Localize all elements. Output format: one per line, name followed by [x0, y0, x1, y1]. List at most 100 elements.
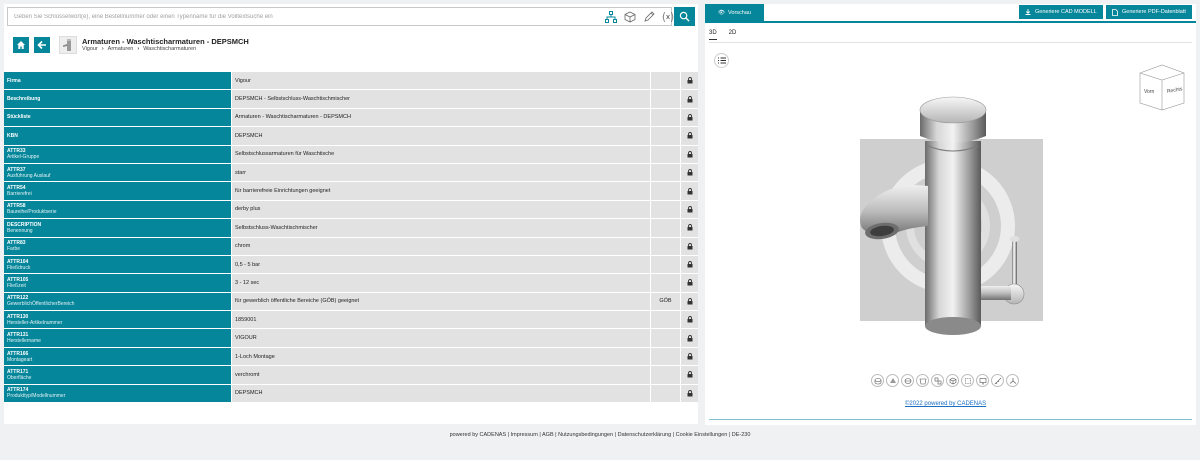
table-row: ATTR37 Ausführung Auslauf starr [4, 163, 698, 182]
attribute-extra [650, 219, 680, 237]
attribute-value: 0,5 - 5 bar [231, 255, 650, 274]
attribute-key-cell: ATTR130 Hersteller-Artikelnummer [4, 311, 231, 329]
attribute-key-cell: ATTR104 Fließdruck [4, 255, 231, 274]
attribute-key-cell: KBN [4, 127, 231, 145]
attribute-extra [650, 127, 680, 145]
attribute-extra [650, 347, 680, 366]
search-tools [604, 10, 674, 23]
chevron-right-icon: › [137, 46, 140, 52]
product-thumbnail [59, 36, 77, 54]
attribute-description: Fließdruck [7, 264, 31, 271]
lock-icon [680, 127, 698, 145]
cube-icon[interactable] [623, 10, 636, 23]
table-row: ATTR174 Produkttyp/Modellnummer DEPSMCH [4, 384, 698, 403]
measure-icon[interactable] [991, 374, 1004, 387]
lock-icon [680, 219, 698, 237]
render-toolbar [871, 374, 1019, 387]
table-row: DESCRIPTION Benennung Selbstschluss-Wascht… [4, 219, 698, 237]
breadcrumb-item[interactable]: Waschtischarmaturen [143, 46, 196, 52]
shading-icon[interactable] [886, 374, 899, 387]
search-input[interactable] [7, 7, 672, 26]
attribute-extra [650, 311, 680, 329]
lock-icon [680, 292, 698, 311]
search-bar [7, 7, 695, 26]
viewcube[interactable]: Vorn Rechts [1136, 63, 1188, 111]
attribute-value: VIGOUR [231, 329, 650, 347]
view-tabs: 3D 2D [709, 30, 736, 40]
chevron-right-icon: › [101, 46, 104, 52]
table-row: ATTR33 Artikel-Gruppe Selbstschlussarmatur… [4, 145, 698, 163]
attribute-value: 3 - 12 sec [231, 274, 650, 292]
document-icon [1112, 8, 1118, 16]
home-button[interactable] [13, 37, 29, 53]
faucet-3d-model[interactable] [850, 86, 1050, 348]
table-row: ATTR83 Farbe chrom [4, 237, 698, 255]
screen-icon[interactable] [976, 374, 989, 387]
attribute-value: Vigour [231, 72, 650, 90]
lock-icon [680, 384, 698, 403]
lock-icon [680, 329, 698, 347]
table-row: Beschreibung DEPSMCH - Selbstschluss-Wasc… [4, 90, 698, 108]
attribute-value: Selbstschluss-Waschtischmischer [231, 219, 650, 237]
attribute-key-cell: ATTR33 Artikel-Gruppe [4, 145, 231, 163]
back-button[interactable] [34, 37, 50, 53]
attribute-value: für gewerblich öffentliche Bereiche (GÖB… [231, 292, 650, 311]
attribute-description: Artikel-Gruppe [7, 154, 40, 161]
hidden-lines-icon[interactable] [961, 374, 974, 387]
table-row: ATTR54 Barrierefrei für barrierefreie Einr… [4, 182, 698, 200]
divider [709, 42, 1192, 43]
preview-panel: 👁 Vorschau Generiere CAD MODELL Generier… [705, 4, 1196, 425]
attribute-value: verchromt [231, 366, 650, 384]
viewcube-front-label: Vorn [1144, 89, 1155, 95]
lock-icon [680, 182, 698, 200]
tab-preview[interactable]: 👁 Vorschau [705, 4, 764, 21]
attribute-extra [650, 163, 680, 182]
attribute-key-cell: ATTR54 Barrierefrei [4, 182, 231, 200]
hierarchy-icon[interactable] [604, 10, 617, 23]
search-icon [679, 11, 690, 22]
attribute-key-cell: ATTR83 Farbe [4, 237, 231, 255]
lock-icon [680, 72, 698, 90]
table-row: ATTR58 Baureihe/Produktserie derby plus [4, 200, 698, 219]
attribute-value: 1-Loch Montage [231, 347, 650, 366]
attribute-description: Oberfläche [7, 374, 32, 381]
attribute-description: Produkttyp/Modellnummer [7, 393, 66, 400]
attribute-value: DEPSMCH [231, 127, 650, 145]
attribute-key-cell: ATTR58 Baureihe/Produktserie [4, 200, 231, 219]
section-icon[interactable] [916, 374, 929, 387]
wireframe-icon[interactable] [901, 374, 914, 387]
box-icon[interactable] [946, 374, 959, 387]
cadenas-link[interactable]: ©2022 powered by CADENAS [905, 401, 986, 407]
product-header: Armaturen - Waschtischarmaturen - DEPSMC… [7, 34, 695, 58]
attribute-value: chrom [231, 237, 650, 255]
arrow-left-icon [37, 40, 46, 50]
attribute-extra [650, 108, 680, 127]
attribute-description: Hersteller-Artikelnummer [7, 319, 63, 326]
attribute-key-cell: ATTR174 Produkttyp/Modellnummer [4, 384, 231, 403]
generate-pdf-button[interactable]: Generiere PDF-Datenblatt [1106, 5, 1192, 19]
lock-icon [680, 108, 698, 127]
tab-3d[interactable]: 3D [709, 30, 717, 40]
axis-icon[interactable] [1006, 374, 1019, 387]
breadcrumb-item[interactable]: Armaturen [108, 46, 134, 52]
attribute-description: Barrierefrei [7, 191, 32, 198]
breadcrumb-item[interactable]: Vigour [82, 46, 98, 52]
attribute-key-cell: ATTR131 Herstellername [4, 329, 231, 347]
lock-icon [680, 200, 698, 219]
model-tree-button[interactable] [714, 53, 729, 68]
search-button[interactable] [674, 7, 695, 26]
attribute-value: DEPSMCH [231, 384, 650, 403]
tab-2d[interactable]: 2D [729, 30, 737, 40]
attribute-extra [650, 72, 680, 90]
table-row: KBN DEPSMCH [4, 127, 698, 145]
table-row: ATTR130 Hersteller-Artikelnummer 1859001 [4, 311, 698, 329]
attribute-extra [650, 90, 680, 108]
lock-icon [680, 255, 698, 274]
explode-icon[interactable] [931, 374, 944, 387]
layers-icon[interactable] [871, 374, 884, 387]
generate-cad-button[interactable]: Generiere CAD MODELL [1019, 5, 1103, 19]
variable-icon[interactable] [661, 10, 674, 23]
pen-icon[interactable] [642, 10, 655, 23]
attribute-description: Ausführung Auslauf [7, 172, 51, 179]
attribute-value: Selbstschlussarmaturen für Waschtische [231, 145, 650, 163]
